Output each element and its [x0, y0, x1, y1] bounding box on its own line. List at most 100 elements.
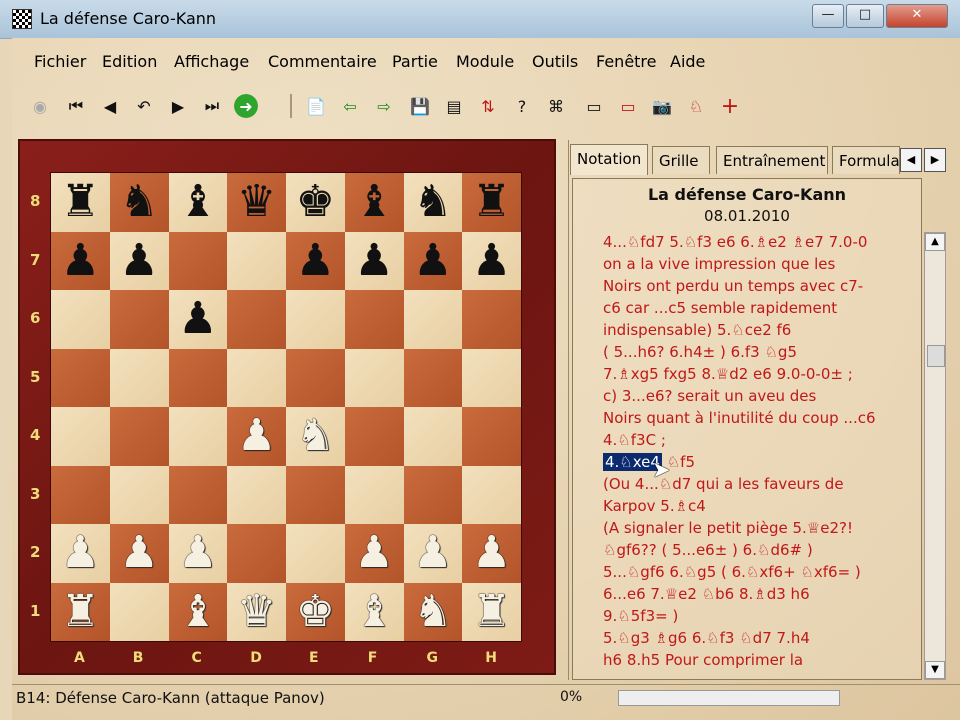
black-knight-icon[interactable]: ♞	[119, 180, 158, 224]
square-h1[interactable]: ♜	[462, 582, 521, 641]
black-bishop-icon[interactable]: ♝	[178, 180, 217, 224]
play-green-icon[interactable]: ➜	[232, 90, 260, 122]
menu-aide[interactable]: Aide	[670, 52, 705, 71]
square-b4[interactable]	[109, 407, 169, 466]
tab-notation[interactable]: Notation	[570, 144, 648, 175]
save-icon[interactable]: 💾	[406, 90, 434, 122]
notation-line[interactable]: 4.♘f3C ;	[603, 429, 913, 451]
black-pawn-icon[interactable]: ♟	[296, 238, 335, 283]
black-rook-icon[interactable]: ♜	[472, 180, 511, 224]
square-g5[interactable]	[403, 348, 463, 407]
black-pawn-icon[interactable]: ♟	[354, 238, 393, 283]
notation-line[interactable]: ( 5...h6? 6.h4± ) 6.f3 ♘g5	[603, 341, 913, 363]
square-c8[interactable]: ♝	[168, 173, 228, 232]
chess-board[interactable]: ♜ ♞ ♝ ♛ ♚ ♝ ♞ ♜ ♟ ♟ ♟ ♟ ♟ ♟ ♟ ♟ ♞ ♟ ♟ ♟ ♟ ♟ ♟ ♜ ♝ ♛ ♚ ♝ ♞ ♜	[50, 172, 522, 642]
square-f8[interactable]: ♝	[344, 173, 404, 232]
menu-commentaire[interactable]: Commentaire	[268, 52, 377, 71]
menu-edition[interactable]: Edition	[102, 52, 157, 71]
scroll-up-icon[interactable]: ▲	[925, 233, 945, 251]
notation-pane[interactable]: La défense Caro-Kann 08.01.2010 4...♘fd7…	[572, 178, 922, 680]
menu-outils[interactable]: Outils	[532, 52, 578, 71]
square-c5[interactable]	[168, 348, 228, 407]
white-rook-icon[interactable]: ♜	[61, 589, 100, 634]
help-globe-icon[interactable]: ?	[508, 90, 536, 122]
black-pawn-icon[interactable]: ♟	[178, 297, 217, 341]
arrow-left-icon[interactable]: ⇦	[336, 90, 364, 122]
square-g2[interactable]: ♟	[403, 524, 463, 583]
square-h6[interactable]	[462, 290, 521, 349]
square-g3[interactable]	[403, 465, 463, 524]
square-c3[interactable]	[168, 465, 228, 524]
square-h5[interactable]	[462, 348, 521, 407]
cross-icon[interactable]: +	[716, 90, 744, 122]
square-a6[interactable]	[51, 290, 110, 349]
square-g6[interactable]	[403, 290, 463, 349]
square-d4[interactable]: ♟	[227, 407, 286, 466]
notation-line[interactable]: (A signaler le petit piège 5.♕e2?!	[603, 517, 913, 539]
white-bishop-icon[interactable]: ♝	[178, 589, 217, 634]
square-e7[interactable]: ♟	[286, 231, 345, 290]
square-e5[interactable]	[286, 348, 345, 407]
eraser-icon[interactable]: ▭	[580, 90, 608, 122]
white-queen-icon[interactable]: ♛	[237, 589, 276, 634]
square-h4[interactable]	[462, 407, 521, 466]
knight-icon[interactable]: ♘	[682, 90, 710, 122]
square-e1[interactable]: ♚	[286, 582, 345, 641]
notation-line[interactable]: indispensable) 5.♘ce2 f6	[603, 319, 913, 341]
black-pawn-icon[interactable]: ♟	[413, 238, 452, 283]
arrow-right-icon[interactable]: ⇨	[370, 90, 398, 122]
tab-grille[interactable]: Grille	[652, 146, 710, 174]
notation-line[interactable]: 4...♘fd7 5.♘f3 e6 6.♗e2 ♗e7 7.0-0	[603, 231, 913, 253]
square-e6[interactable]	[286, 290, 345, 349]
square-g4[interactable]	[403, 407, 463, 466]
menu-fenetre[interactable]: Fenêtre	[596, 52, 657, 71]
notation-line[interactable]: 9.♘5f3= )	[603, 605, 913, 627]
notation-line[interactable]: 4.♘xe4 ♘f5	[603, 451, 913, 473]
square-a8[interactable]: ♜	[51, 173, 110, 232]
square-a5[interactable]	[51, 348, 110, 407]
white-pawn-icon[interactable]: ♟	[472, 531, 511, 575]
previous-move-icon[interactable]: ◀	[96, 90, 124, 122]
square-c6[interactable]: ♟	[168, 290, 228, 349]
notation-line[interactable]: Karpov 5.♗c4	[603, 495, 913, 517]
maximize-button[interactable]: □	[846, 4, 884, 28]
square-d6[interactable]	[227, 290, 286, 349]
properties-icon[interactable]: ⌘	[542, 90, 570, 122]
database-icon[interactable]: ▤	[440, 90, 468, 122]
square-d3[interactable]	[227, 465, 286, 524]
eraser-red-icon[interactable]: ▭	[614, 90, 642, 122]
tab-scroll-left-icon[interactable]: ◀	[900, 148, 922, 172]
next-move-icon[interactable]: ▶	[164, 90, 192, 122]
last-move-icon[interactable]: ⏭	[198, 90, 226, 122]
square-d5[interactable]	[227, 348, 286, 407]
white-king-icon[interactable]: ♚	[296, 589, 335, 634]
black-pawn-icon[interactable]: ♟	[61, 238, 100, 283]
new-document-icon[interactable]: 📄	[302, 90, 330, 122]
square-d1[interactable]: ♛	[227, 582, 286, 641]
square-h8[interactable]: ♜	[462, 173, 521, 232]
black-knight-icon[interactable]: ♞	[413, 180, 452, 224]
black-rook-icon[interactable]: ♜	[61, 180, 100, 224]
back-disabled-icon[interactable]: ◉	[26, 90, 54, 122]
white-pawn-icon[interactable]: ♟	[119, 531, 158, 575]
square-g1[interactable]: ♞	[403, 582, 463, 641]
square-b1[interactable]	[109, 582, 169, 641]
menu-fichier[interactable]: Fichier	[34, 52, 86, 71]
square-b3[interactable]	[109, 465, 169, 524]
notation-line[interactable]: 5.♘g3 ♗g6 6.♘f3 ♘d7 7.h4	[603, 627, 913, 649]
square-h3[interactable]	[462, 465, 521, 524]
notation-line[interactable]: c) 3...e6? serait un aveu des	[603, 385, 913, 407]
notation-line[interactable]: Noirs quant à l'inutilité du coup ...c6	[603, 407, 913, 429]
notation-line[interactable]: h6 8.h5 Pour comprimer la	[603, 649, 913, 671]
square-b2[interactable]: ♟	[109, 524, 169, 583]
square-b6[interactable]	[109, 290, 169, 349]
tab-scroll-right-icon[interactable]: ▶	[924, 148, 946, 172]
square-b8[interactable]: ♞	[109, 173, 169, 232]
white-pawn-icon[interactable]: ♟	[413, 531, 452, 575]
white-knight-icon[interactable]: ♞	[413, 589, 452, 634]
square-e8[interactable]: ♚	[286, 173, 345, 232]
square-h7[interactable]: ♟	[462, 231, 521, 290]
first-move-icon[interactable]: ⏮	[62, 90, 90, 122]
square-h2[interactable]: ♟	[462, 524, 521, 583]
white-pawn-icon[interactable]: ♟	[354, 531, 393, 575]
